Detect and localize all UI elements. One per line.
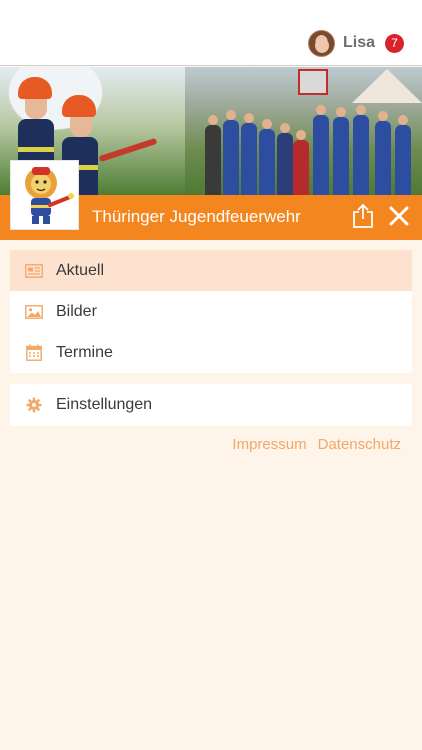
- footer-links: Impressum Datenschutz: [232, 436, 401, 453]
- settings-menu: Einstellungen: [10, 384, 412, 426]
- fire-brigade-lion-logo: [10, 160, 79, 230]
- menu-item-einstellungen[interactable]: Einstellungen: [10, 384, 412, 425]
- menu-item-aktuell[interactable]: Aktuell: [10, 250, 412, 291]
- share-button[interactable]: [352, 203, 374, 229]
- newspaper-icon: [25, 262, 43, 280]
- notification-badge[interactable]: 7: [385, 33, 404, 53]
- datenschutz-link[interactable]: Datenschutz: [318, 436, 401, 453]
- calendar-icon: [25, 344, 43, 362]
- menu-label: Einstellungen: [56, 395, 153, 413]
- user-name[interactable]: Lisa: [343, 34, 375, 52]
- image-icon: [25, 303, 43, 321]
- close-icon[interactable]: [389, 206, 409, 226]
- close-button[interactable]: [388, 205, 410, 227]
- menu-label: Termine: [56, 343, 113, 361]
- share-icon[interactable]: [352, 203, 374, 229]
- parade-photo: [185, 67, 422, 195]
- menu-label: Aktuell: [56, 261, 105, 279]
- impressum-link[interactable]: Impressum: [232, 436, 306, 453]
- page-title: Thüringer Jugendfeuerwehr: [92, 207, 301, 226]
- menu-label: Bilder: [56, 302, 97, 320]
- main-menu: Aktuell Bilder Termine: [10, 250, 412, 373]
- gear-icon: [25, 396, 43, 414]
- menu-item-termine[interactable]: Termine: [10, 332, 412, 373]
- menu-item-bilder[interactable]: Bilder: [10, 291, 412, 332]
- avatar[interactable]: [307, 29, 335, 57]
- top-bar: Lisa 7: [0, 0, 422, 66]
- user-profile[interactable]: Lisa 7: [307, 29, 404, 57]
